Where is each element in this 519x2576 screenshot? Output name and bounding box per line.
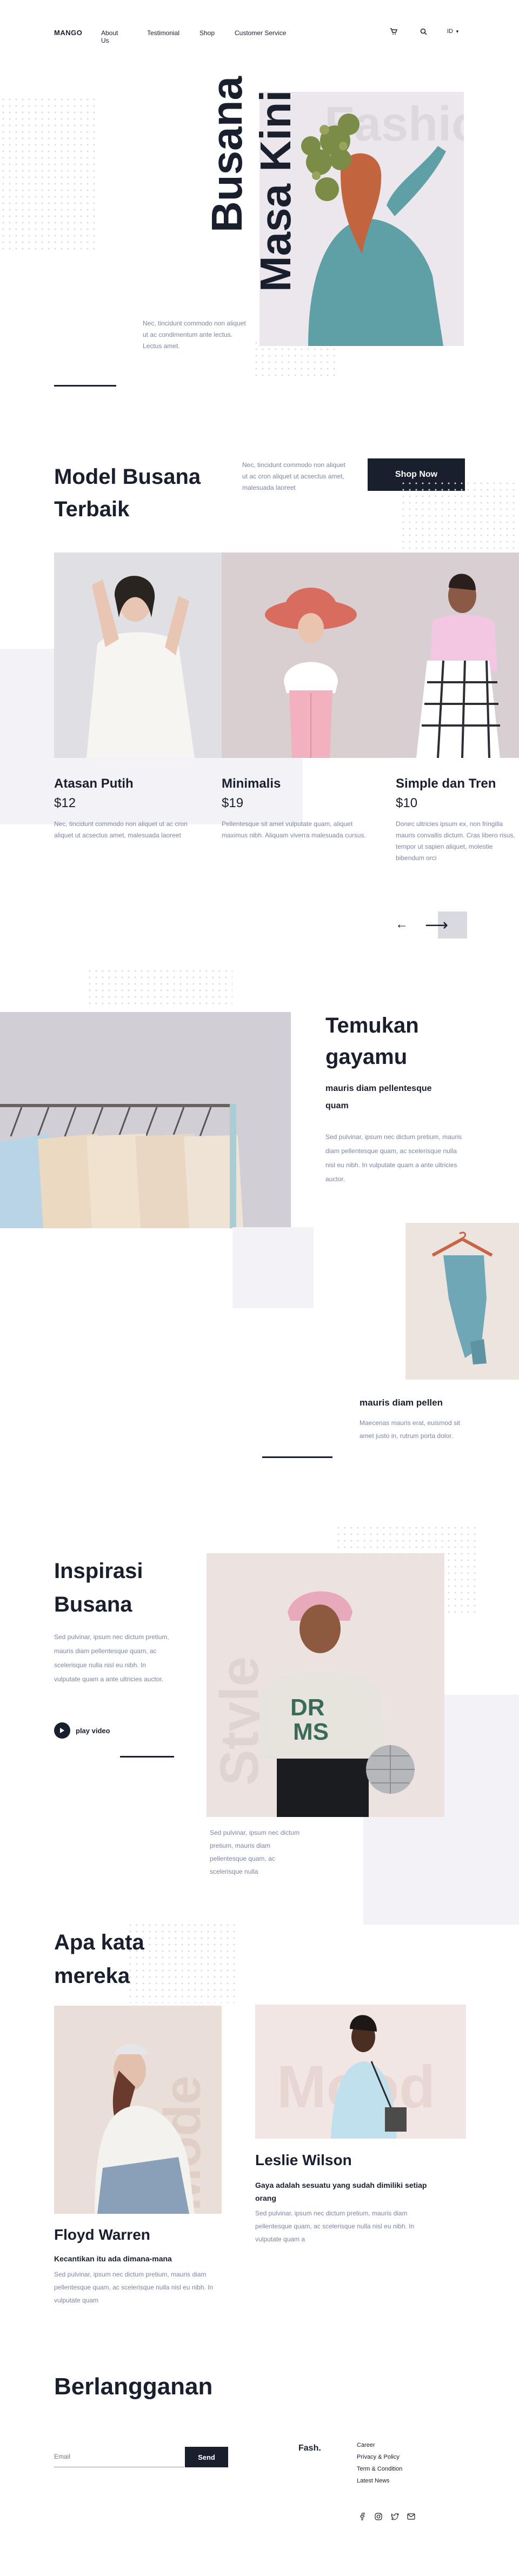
next-arrow-button[interactable]: ⟶ [425, 911, 467, 938]
footer-link-career[interactable]: Career [357, 2442, 402, 2448]
twitter-icon[interactable] [390, 2512, 399, 2521]
product-desc: Pellentesque sit amet vulputate quam, al… [222, 820, 366, 839]
svg-text:DR: DR [290, 1694, 325, 1721]
temukan-description: Sed pulvinar, ipsum nec dictum pretium, … [325, 1133, 462, 1183]
language-select[interactable]: ID ▼ [447, 28, 460, 35]
models-title: Model Busana Terbaik [54, 465, 201, 521]
product-price: $10 [396, 796, 418, 810]
temukan-divider [262, 1456, 332, 1458]
models-dots [400, 480, 519, 550]
email-input[interactable] [54, 2448, 184, 2465]
product-card-3[interactable]: Simple dan Tren $10 Donec ultricies ipsu… [396, 776, 519, 864]
product-desc: Nec, tincidunt commodo non aliquet ut ac… [54, 820, 188, 839]
nav-customer-service[interactable]: Customer Service [235, 29, 286, 37]
product-name: Minimalis [222, 776, 281, 791]
hero-title-line2: Busana [203, 76, 251, 232]
send-button[interactable]: Send [185, 2447, 228, 2467]
logo[interactable]: MANGO [54, 29, 82, 37]
floyd-image: Mode [54, 2006, 222, 2214]
arrow-left-icon: ← [395, 917, 408, 931]
product-card-2[interactable]: Minimalis $19 Pellentesque sit amet vulp… [222, 776, 384, 841]
inspirasi-divider [120, 1756, 174, 1758]
hero-description: Nec, tincidunt commodo non aliquet ut ac… [143, 319, 246, 350]
footer-link-terms[interactable]: Term & Condition [357, 2466, 402, 2472]
leslie-quote: Gaya adalah sesuatu yang sudah dimiliki … [255, 2181, 427, 2202]
temukan-item-title: mauris diam pellen [360, 1397, 443, 1408]
product-price: $12 [54, 796, 76, 810]
arrow-right-icon: ⟶ [425, 916, 449, 934]
cart-icon[interactable] [389, 27, 398, 36]
product-image-3[interactable] [395, 553, 519, 758]
temukan-item-desc: Maecenas mauris erat, euismod sit amet j… [360, 1419, 461, 1440]
chevron-down-icon: ▼ [455, 29, 460, 34]
floyd-quote: Kecantikan itu ada dimana-mana [54, 2254, 172, 2263]
footer-brand[interactable]: Fash. [298, 2444, 321, 2453]
clothes-rack-image [0, 1012, 291, 1228]
floyd-name: Floyd Warren [54, 2226, 150, 2243]
mail-icon[interactable] [407, 2512, 415, 2521]
product-name: Simple dan Tren [396, 776, 496, 791]
inspirasi-caption: Sed pulvinar, ipsum nec dictum pretium, … [210, 1829, 300, 1875]
hero-dots-left [0, 96, 97, 253]
product-desc: Donec ultricies ipsum ex, non fringilla … [396, 820, 515, 862]
hero-divider [54, 385, 116, 387]
inspirasi-description: Sed pulvinar, ipsum nec dictum pretium, … [54, 1633, 169, 1683]
svg-text:MS: MS [293, 1719, 329, 1745]
product-image-2[interactable] [222, 553, 395, 758]
email-field[interactable] [54, 2448, 184, 2467]
product-price: $19 [222, 796, 244, 810]
models-description: Nec, tincidunt commodo non aliquet ut ac… [242, 461, 345, 491]
facebook-icon[interactable] [358, 2512, 367, 2521]
leslie-image: Mood [255, 2005, 466, 2139]
temukan-title: Temukan gayamu [325, 1014, 419, 1069]
social-icons [358, 2512, 415, 2521]
footer-links: Career Privacy & Policy Term & Condition… [357, 2442, 402, 2484]
subscribe-title: Berlangganan [54, 2373, 213, 2400]
hero-title-2: Busana [203, 70, 251, 303]
hero-title-line1: Masa Kini [251, 90, 300, 292]
leslie-name: Leslie Wilson [255, 2152, 352, 2168]
prev-arrow-button[interactable]: ← [394, 914, 410, 935]
product-name: Atasan Putih [54, 776, 134, 791]
temukan-backdrop [232, 1227, 314, 1308]
instagram-icon[interactable] [374, 2512, 383, 2521]
search-icon[interactable] [419, 27, 428, 36]
leslie-desc: Sed pulvinar, ipsum nec dictum pretium, … [255, 2209, 415, 2243]
hero-title: Masa Kini [251, 70, 300, 303]
product-card-1[interactable]: Atasan Putih $12 Nec, tincidunt commodo … [54, 776, 211, 841]
footer-link-privacy[interactable]: Privacy & Policy [357, 2454, 402, 2460]
nav-testimonial[interactable]: Testimonial [147, 29, 179, 37]
temukan-subtitle: mauris diam pellentesque quam [325, 1084, 432, 1110]
play-icon [54, 1722, 70, 1739]
jeans-image [405, 1223, 519, 1380]
nav-about-us[interactable]: About Us [101, 29, 118, 44]
inspirasi-title: Inspirasi Busana [54, 1559, 143, 1616]
temukan-dots [86, 968, 232, 1006]
inspirasi-image: Style DR MS [207, 1553, 444, 1817]
product-image-1[interactable] [54, 553, 222, 758]
language-label: ID [447, 28, 453, 35]
floyd-desc: Sed pulvinar, ipsum nec dictum pretium, … [54, 2271, 214, 2304]
play-video-label: play video [76, 1726, 110, 1735]
nav-shop[interactable]: Shop [199, 29, 215, 37]
footer-link-news[interactable]: Latest News [357, 2478, 402, 2484]
testimonial-title: Apa kata mereka [54, 1931, 144, 1988]
play-video-button[interactable]: play video [54, 1722, 110, 1739]
